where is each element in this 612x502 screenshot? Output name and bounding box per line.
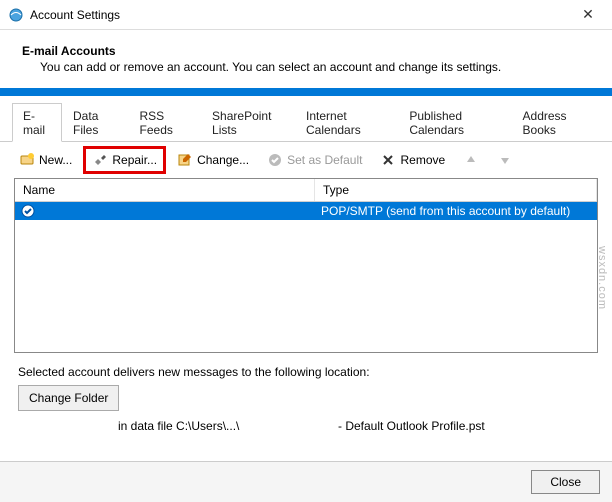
change-folder-button[interactable]: Change Folder bbox=[18, 385, 119, 411]
repair-icon bbox=[92, 152, 108, 168]
row-type-cell: POP/SMTP (send from this account by defa… bbox=[315, 204, 597, 218]
tab-datafiles[interactable]: Data Files bbox=[62, 103, 129, 142]
new-button[interactable]: New... bbox=[12, 148, 79, 172]
header: E-mail Accounts You can add or remove an… bbox=[0, 30, 612, 88]
new-icon bbox=[19, 152, 35, 168]
arrow-down-icon bbox=[497, 152, 513, 168]
repair-label: Repair... bbox=[112, 153, 157, 167]
window-title: Account Settings bbox=[30, 8, 572, 22]
tab-address-books[interactable]: Address Books bbox=[512, 103, 600, 142]
header-subtext: You can add or remove an account. You ca… bbox=[22, 60, 590, 74]
close-button[interactable]: Close bbox=[531, 470, 600, 494]
set-default-button: Set as Default bbox=[260, 148, 369, 172]
default-account-icon bbox=[21, 204, 35, 218]
move-down-button bbox=[490, 148, 520, 172]
remove-label: Remove bbox=[400, 153, 445, 167]
list-header: Name Type bbox=[15, 179, 597, 202]
titlebar: Account Settings ✕ bbox=[0, 0, 612, 30]
change-icon bbox=[177, 152, 193, 168]
tab-rss[interactable]: RSS Feeds bbox=[129, 103, 202, 142]
dialog-footer: Close bbox=[0, 461, 612, 502]
window-close-button[interactable]: ✕ bbox=[572, 3, 604, 27]
toolbar: New... Repair... Change... Set as Defaul… bbox=[0, 142, 612, 178]
col-header-type[interactable]: Type bbox=[315, 179, 597, 201]
tab-sharepoint[interactable]: SharePoint Lists bbox=[201, 103, 295, 142]
move-up-button bbox=[456, 148, 486, 172]
check-icon bbox=[267, 152, 283, 168]
repair-button[interactable]: Repair... bbox=[83, 146, 166, 174]
change-button[interactable]: Change... bbox=[170, 148, 256, 172]
remove-icon bbox=[380, 152, 396, 168]
tab-email[interactable]: E-mail bbox=[12, 103, 62, 142]
row-name-cell bbox=[15, 204, 315, 218]
change-label: Change... bbox=[197, 153, 249, 167]
app-icon bbox=[8, 7, 24, 23]
delivery-section: Selected account delivers new messages t… bbox=[0, 353, 612, 433]
header-heading: E-mail Accounts bbox=[22, 44, 590, 58]
delivery-path: in data file C:\Users\...\ - Default Out… bbox=[18, 411, 594, 433]
col-header-name[interactable]: Name bbox=[15, 179, 315, 201]
new-label: New... bbox=[39, 153, 72, 167]
remove-button[interactable]: Remove bbox=[373, 148, 452, 172]
watermark: wsxdn.com bbox=[596, 246, 608, 310]
delivery-path-suffix: - Default Outlook Profile.pst bbox=[338, 419, 485, 433]
arrow-up-icon bbox=[463, 152, 479, 168]
table-row[interactable]: POP/SMTP (send from this account by defa… bbox=[15, 202, 597, 220]
tabs-row: E-mail Data Files RSS Feeds SharePoint L… bbox=[0, 96, 612, 142]
tab-published-calendars[interactable]: Published Calendars bbox=[398, 103, 511, 142]
delivery-label: Selected account delivers new messages t… bbox=[18, 365, 594, 379]
account-list: Name Type POP/SMTP (send from this accou… bbox=[14, 178, 598, 353]
set-default-label: Set as Default bbox=[287, 153, 362, 167]
accent-bar bbox=[0, 88, 612, 96]
tab-internet-calendars[interactable]: Internet Calendars bbox=[295, 103, 398, 142]
delivery-path-prefix: in data file C:\Users\...\ bbox=[118, 419, 338, 433]
